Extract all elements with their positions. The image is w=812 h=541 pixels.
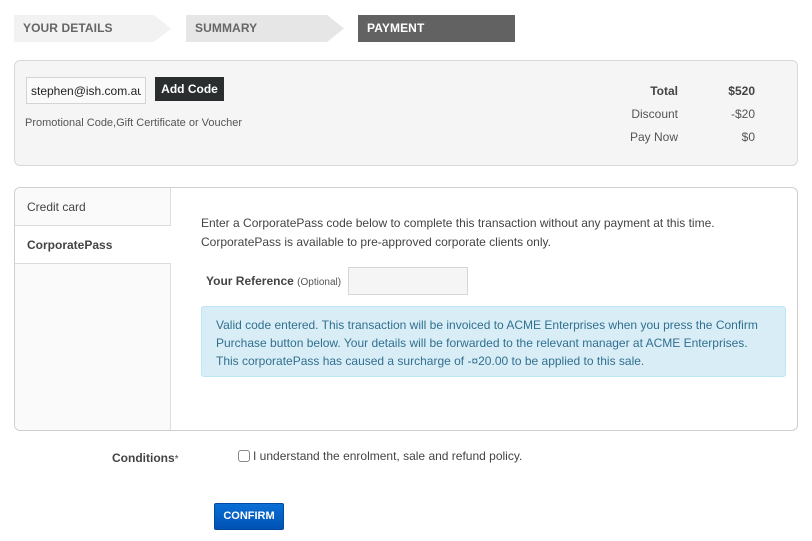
discount-row: Discount -$20 [598,102,755,125]
conditions-label: Conditions* [112,451,179,465]
add-code-button[interactable]: Add Code [155,77,224,101]
tab-corporatepass[interactable]: CorporatePass [15,226,171,264]
conditions-label-text: Conditions [112,451,175,465]
reference-optional: (Optional) [297,277,342,288]
tab-credit-card[interactable]: Credit card [15,188,170,226]
step-summary[interactable]: SUMMARY [186,15,344,42]
promo-code-input[interactable] [26,77,146,104]
payment-panel: Credit card CorporatePass Enter a Corpor… [14,187,798,431]
totals-summary: Total $520 Discount -$20 Pay Now $0 [598,79,755,148]
step-payment: PAYMENT [358,15,515,42]
total-row: Total $520 [598,79,755,102]
pay-now-row: Pay Now $0 [598,125,755,148]
reference-input[interactable] [348,267,468,295]
corporatepass-content: Enter a CorporatePass code below to comp… [171,188,797,430]
pay-now-value: $0 [741,129,755,144]
promo-panel: Add Code Promotional Code,Gift Certifica… [14,60,798,166]
confirm-button[interactable]: CONFIRM [214,503,284,530]
discount-value: -$20 [730,106,755,121]
checkout-steps: YOUR DETAILS SUMMARY PAYMENT [14,15,524,42]
discount-label: Discount [631,106,678,121]
conditions-checkbox[interactable] [238,450,250,462]
payment-method-tabs: Credit card CorporatePass [15,188,171,430]
required-mark: * [174,454,179,465]
valid-code-alert: Valid code entered. This transaction wil… [201,306,786,377]
pay-now-label: Pay Now [629,129,678,144]
total-value: $520 [728,83,755,98]
reference-label-text: Your Reference [206,274,294,288]
corporatepass-intro: Enter a CorporatePass code below to comp… [201,216,715,249]
reference-label: Your Reference (Optional) [206,274,341,288]
promo-hint: Promotional Code,Gift Certificate or Vou… [25,117,243,129]
total-label: Total [650,83,678,98]
conditions-text[interactable]: I understand the enrolment, sale and ref… [253,449,522,463]
step-your-details[interactable]: YOUR DETAILS [14,15,171,42]
